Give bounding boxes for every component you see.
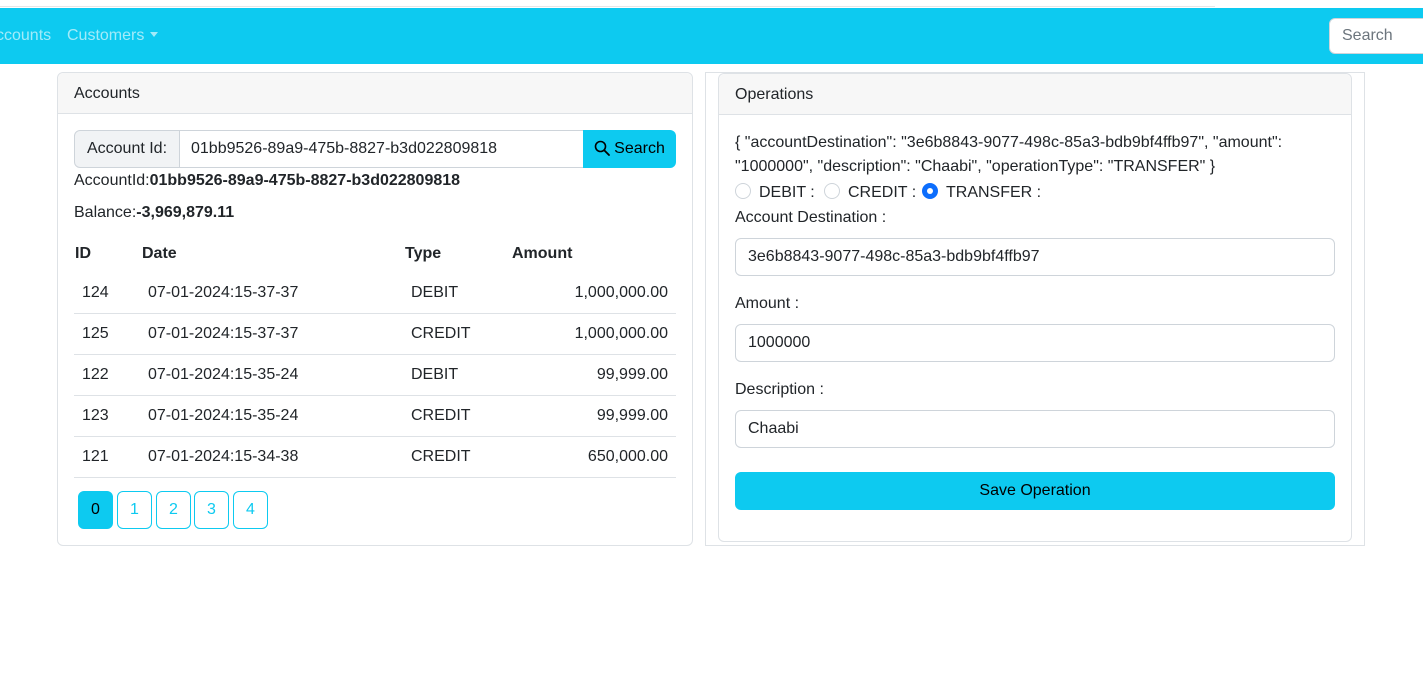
save-operation-button[interactable]: Save Operation — [735, 472, 1335, 510]
nav-customers-dropdown[interactable]: Customers — [67, 27, 159, 45]
table-row: 125 07-01-2024:15-37-37 CREDIT 1,000,000… — [74, 314, 676, 355]
page-button-2[interactable]: 2 — [156, 491, 191, 529]
amount-input[interactable]: 1000000 — [735, 324, 1335, 362]
search-button-label: Search — [614, 140, 665, 157]
nav-accounts-link[interactable]: ccounts — [0, 27, 51, 45]
radio-credit-circle[interactable] — [824, 183, 840, 199]
cell-amount: 99,999.00 — [596, 407, 668, 424]
table-row: 122 07-01-2024:15-35-24 DEBIT 99,999.00 — [74, 355, 676, 396]
cell-type: CREDIT — [411, 325, 471, 342]
cell-date: 07-01-2024:15-35-24 — [148, 366, 299, 383]
account-id-caption: AccountId: — [74, 172, 150, 189]
operations-card-title: Operations — [719, 74, 1351, 115]
cell-amount: 1,000,000.00 — [574, 325, 668, 342]
operations-card: Operations { "accountDestination": "3e6b… — [718, 73, 1352, 542]
page-button-0[interactable]: 0 — [78, 491, 113, 529]
radio-credit[interactable]: CREDIT : — [824, 183, 916, 202]
navbar: ccounts Customers Search — [0, 8, 1423, 64]
th-date: Date — [142, 245, 177, 262]
navbar-search-input[interactable]: Search — [1329, 18, 1423, 54]
page-button-3[interactable]: 3 — [194, 491, 229, 529]
table-row: 121 07-01-2024:15-34-38 CREDIT 650,000.0… — [74, 437, 676, 478]
cell-id: 122 — [82, 366, 109, 383]
description-label: Description : — [735, 381, 824, 398]
cell-id: 123 — [82, 407, 109, 424]
radio-transfer-circle[interactable] — [922, 183, 938, 199]
th-id: ID — [75, 245, 91, 262]
balance-value: -3,969,879.11 — [136, 204, 235, 221]
cell-amount: 1,000,000.00 — [574, 284, 668, 301]
table-row: 124 07-01-2024:15-37-37 DEBIT 1,000,000.… — [74, 273, 676, 314]
search-icon — [594, 140, 611, 156]
cell-id: 124 — [82, 284, 109, 301]
balance-caption: Balance: — [74, 204, 137, 221]
account-destination-input[interactable]: 3e6b8843-9077-498c-85a3-bdb9bf4ffb97 — [735, 238, 1335, 276]
cell-date: 07-01-2024:15-37-37 — [148, 325, 299, 342]
radio-transfer-label: TRANSFER : — [946, 184, 1042, 201]
nav-customers-label: Customers — [67, 27, 145, 44]
th-amount: Amount — [512, 245, 573, 262]
form-json-preview: { "accountDestination": "3e6b8843-9077-4… — [735, 134, 1283, 175]
search-account-button[interactable]: Search — [583, 130, 676, 168]
balance-display: Balance:-3,969,879.11 — [74, 204, 234, 222]
cell-amount: 99,999.00 — [596, 366, 668, 383]
cell-type: CREDIT — [411, 448, 471, 465]
description-input[interactable]: Chaabi — [735, 410, 1335, 448]
radio-debit-label: DEBIT : — [759, 184, 815, 201]
accounts-card-title: Accounts — [58, 73, 692, 114]
page-button-1[interactable]: 1 — [117, 491, 152, 529]
radio-credit-label: CREDIT : — [848, 184, 917, 201]
th-type: Type — [405, 245, 442, 262]
account-destination-label: Account Destination : — [735, 209, 887, 226]
radio-debit[interactable]: DEBIT : — [735, 183, 815, 202]
cell-id: 125 — [82, 325, 109, 342]
table-row: 123 07-01-2024:15-35-24 CREDIT 99,999.00 — [74, 396, 676, 437]
radio-debit-circle[interactable] — [735, 183, 751, 199]
account-id-input[interactable]: 01bb9526-89a9-475b-8827-b3d022809818 — [179, 130, 584, 168]
cell-date: 07-01-2024:15-35-24 — [148, 407, 299, 424]
accounts-card: Accounts Account Id: 01bb9526-89a9-475b-… — [57, 72, 693, 546]
account-id-value: 01bb9526-89a9-475b-8827-b3d022809818 — [149, 172, 461, 189]
cell-date: 07-01-2024:15-37-37 — [148, 284, 299, 301]
radio-transfer[interactable]: TRANSFER : — [922, 183, 1041, 202]
cell-date: 07-01-2024:15-34-38 — [148, 448, 299, 465]
account-search-group: Account Id: 01bb9526-89a9-475b-8827-b3d0… — [74, 130, 676, 168]
account-id-label: Account Id: — [74, 130, 180, 168]
cell-id: 121 — [82, 448, 109, 465]
caret-down-icon — [150, 32, 159, 37]
account-id-display: AccountId:01bb9526-89a9-475b-8827-b3d022… — [74, 172, 460, 190]
browser-top-edge — [0, 0, 1215, 7]
cell-type: DEBIT — [411, 366, 459, 383]
cell-amount: 650,000.00 — [587, 448, 668, 465]
cell-type: CREDIT — [411, 407, 471, 424]
amount-label: Amount : — [735, 295, 800, 312]
page-button-4[interactable]: 4 — [233, 491, 268, 529]
cell-type: DEBIT — [411, 284, 459, 301]
